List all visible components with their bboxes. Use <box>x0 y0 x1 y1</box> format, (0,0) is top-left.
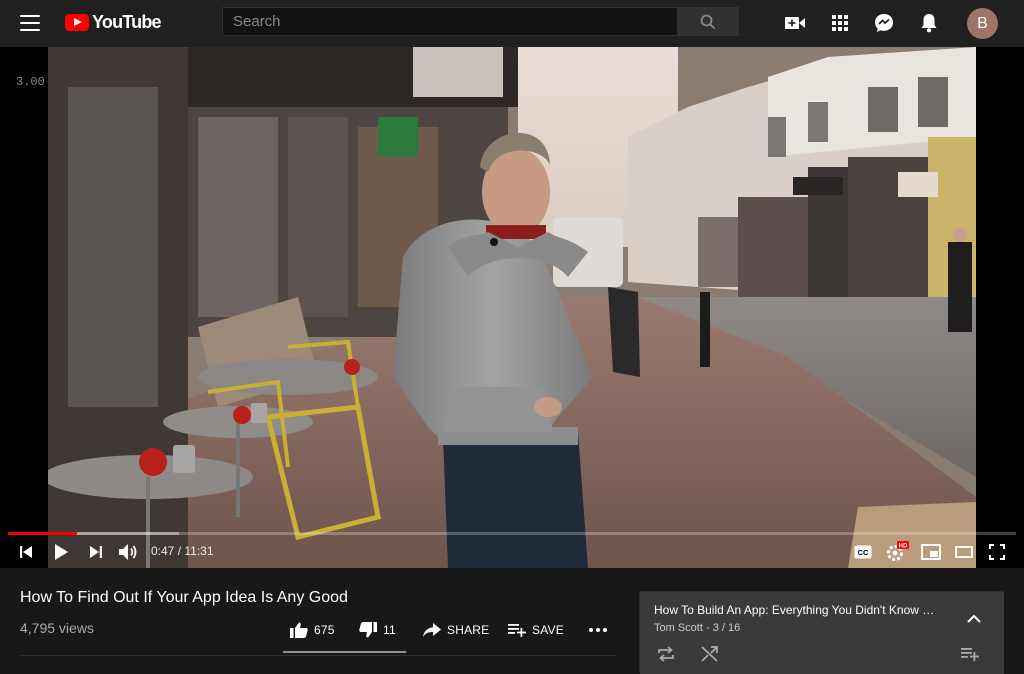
divider <box>20 655 616 656</box>
shuffle-icon[interactable] <box>698 642 722 666</box>
player-controls: 0:47 / 11:31 CC HD <box>0 536 1024 568</box>
share-arrow-icon <box>423 623 441 637</box>
youtube-logo[interactable]: YouTube <box>65 12 162 33</box>
more-actions-button[interactable] <box>588 620 614 640</box>
svg-text:HD: HD <box>899 544 908 550</box>
svg-text:CC: CC <box>858 548 869 557</box>
search-icon <box>700 14 716 29</box>
notifications-bell-icon[interactable] <box>917 11 941 35</box>
search-input[interactable] <box>222 7 678 36</box>
miniplayer-icon[interactable] <box>919 540 943 564</box>
top-bar: YouTube B <box>0 0 1024 47</box>
time-display: 0:47 / 11:31 <box>151 544 214 558</box>
share-button[interactable]: SHARE <box>423 620 489 640</box>
loop-icon[interactable] <box>654 642 678 666</box>
video-frame[interactable] <box>48 47 976 568</box>
playlist-owner: Tom Scott <box>654 622 703 634</box>
add-to-playlist-icon <box>508 624 526 637</box>
search-bar <box>222 7 739 36</box>
progress-played <box>8 532 77 535</box>
dislike-count: 11 <box>383 623 396 637</box>
collapse-chevron-icon[interactable] <box>962 606 986 630</box>
playlist-sep: - <box>702 622 713 634</box>
youtube-logo-icon <box>65 14 89 31</box>
view-count: 4,795 views <box>20 620 94 636</box>
video-title: How To Find Out If Your App Idea Is Any … <box>20 589 348 606</box>
more-dots-icon <box>589 628 607 632</box>
dislike-button[interactable]: 11 <box>359 620 396 640</box>
next-icon[interactable] <box>84 540 108 564</box>
messages-icon[interactable] <box>872 11 896 35</box>
like-button[interactable]: 675 <box>290 620 335 640</box>
like-count: 675 <box>314 623 335 637</box>
time-separator: / <box>174 544 185 558</box>
current-time: 0:47 <box>151 544 175 558</box>
settings-hd-icon[interactable]: HD <box>886 540 910 564</box>
menu-icon[interactable] <box>20 13 40 33</box>
video-player[interactable]: 3.00 0:47 / 11:31 CC HD <box>0 47 1024 568</box>
add-to-queue-icon[interactable] <box>958 642 982 666</box>
play-icon[interactable] <box>49 540 73 564</box>
share-label: SHARE <box>447 623 490 637</box>
apps-grid-icon[interactable] <box>828 11 852 35</box>
create-video-icon[interactable] <box>783 11 807 35</box>
playlist-meta: Tom Scott - 3 / 16 <box>654 622 740 634</box>
playlist-header[interactable]: How To Build An App: Everything You Didn… <box>640 592 1004 674</box>
thumbs-down-icon <box>359 622 377 638</box>
previous-icon[interactable] <box>14 540 38 564</box>
save-button[interactable]: SAVE <box>508 620 564 640</box>
playlist-title[interactable]: How To Build An App: Everything You Didn… <box>654 603 958 617</box>
avatar[interactable]: B <box>967 8 998 39</box>
playback-speed-label: 3.00 <box>16 75 45 89</box>
search-button[interactable] <box>678 7 739 36</box>
fullscreen-icon[interactable] <box>985 540 1009 564</box>
sentiment-bar <box>283 651 406 653</box>
playlist-position: 3 / 16 <box>712 622 741 634</box>
video-still-illustration <box>48 47 976 568</box>
duration: 11:31 <box>184 544 214 558</box>
captions-icon[interactable]: CC <box>851 540 875 564</box>
thumbs-up-icon <box>290 622 308 638</box>
theater-mode-icon[interactable] <box>952 540 976 564</box>
save-label: SAVE <box>532 623 564 637</box>
logo-text: YouTube <box>92 12 162 32</box>
volume-icon[interactable] <box>117 540 141 564</box>
playlist-panel: How To Build An App: Everything You Didn… <box>639 591 1004 674</box>
progress-bar[interactable] <box>8 532 1016 535</box>
